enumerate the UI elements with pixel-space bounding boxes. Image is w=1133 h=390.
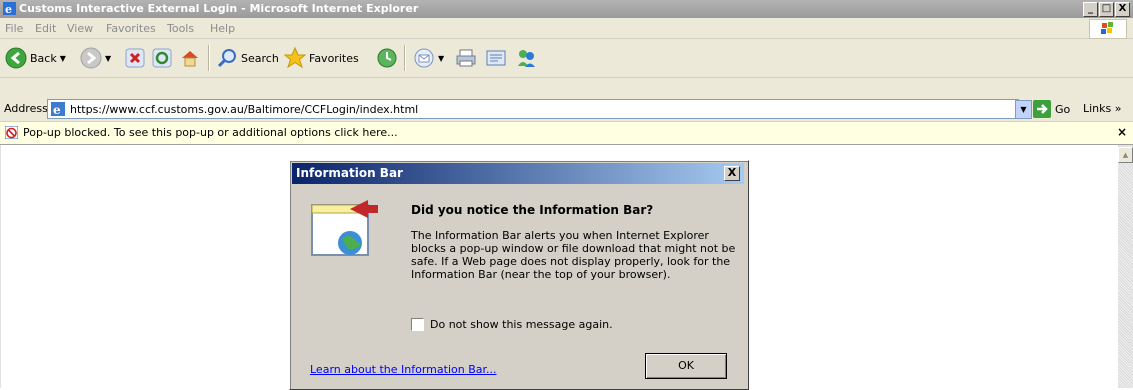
forward-button[interactable]: ▼ bbox=[80, 47, 111, 69]
toolbar-separator bbox=[404, 45, 406, 71]
refresh-icon bbox=[152, 48, 172, 68]
back-button[interactable]: Back ▼ bbox=[5, 47, 66, 69]
standard-toolbar: Back ▼ ▼ Search Favorites ▼ bbox=[0, 39, 1133, 78]
windows-logo-icon bbox=[1089, 19, 1127, 39]
window-title-bar[interactable]: e Customs Interactive External Login - M… bbox=[0, 0, 1133, 18]
information-bar-dialog: Information Bar X Did you notice the Inf… bbox=[289, 160, 749, 390]
ie-logo-icon: e bbox=[3, 2, 16, 15]
menu-help[interactable]: Help bbox=[210, 22, 235, 35]
home-icon bbox=[182, 51, 198, 67]
favorites-star-icon bbox=[284, 47, 306, 69]
menu-bar: File Edit View Favorites Tools Help bbox=[0, 18, 1133, 39]
page-ie-icon: e bbox=[51, 102, 65, 117]
vertical-scrollbar[interactable]: ▲ bbox=[1118, 145, 1133, 388]
messenger-button[interactable] bbox=[515, 47, 537, 69]
address-url: https://www.ccf.customs.gov.au/Baltimore… bbox=[70, 103, 419, 116]
menu-view[interactable]: View bbox=[67, 22, 93, 35]
history-button[interactable] bbox=[376, 47, 398, 69]
maximize-button[interactable]: □ bbox=[1099, 2, 1114, 17]
do-not-show-checkbox[interactable] bbox=[411, 318, 424, 331]
messenger-icon bbox=[518, 50, 535, 67]
popup-blocked-icon bbox=[5, 126, 18, 139]
information-bar[interactable]: Pop-up blocked. To see this pop-up or ad… bbox=[0, 122, 1133, 145]
stop-icon bbox=[125, 48, 145, 68]
favorites-button[interactable]: Favorites bbox=[284, 47, 359, 69]
do-not-show-label[interactable]: Do not show this message again. bbox=[430, 318, 613, 331]
menu-file[interactable]: File bbox=[5, 22, 23, 35]
home-button[interactable] bbox=[180, 47, 200, 69]
dialog-title: Information Bar bbox=[296, 166, 403, 180]
back-label: Back bbox=[30, 51, 57, 65]
toolbar-gap bbox=[0, 78, 1133, 96]
forward-arrow-icon bbox=[80, 47, 102, 69]
edit-icon bbox=[486, 50, 506, 66]
menu-edit[interactable]: Edit bbox=[35, 22, 56, 35]
dialog-close-button[interactable]: X bbox=[724, 166, 740, 181]
ok-button[interactable]: OK bbox=[645, 353, 727, 379]
scroll-up-icon[interactable]: ▲ bbox=[1118, 147, 1133, 163]
refresh-button[interactable] bbox=[152, 47, 172, 69]
favorites-label: Favorites bbox=[309, 51, 359, 65]
go-arrow-icon bbox=[1033, 100, 1051, 118]
stop-button[interactable] bbox=[125, 47, 145, 69]
history-icon bbox=[377, 48, 397, 68]
back-arrow-icon bbox=[5, 47, 27, 69]
dialog-heading: Did you notice the Information Bar? bbox=[411, 203, 654, 217]
svg-text:e: e bbox=[53, 103, 61, 117]
mail-icon bbox=[414, 48, 434, 68]
address-label: Address bbox=[4, 102, 48, 115]
toolbar-separator bbox=[208, 45, 210, 71]
address-dropdown-icon[interactable]: ▼ bbox=[1015, 100, 1032, 119]
print-button[interactable] bbox=[455, 47, 477, 69]
search-button[interactable]: Search bbox=[216, 47, 279, 69]
mail-dropdown-icon[interactable]: ▼ bbox=[438, 54, 444, 63]
back-dropdown-icon[interactable]: ▼ bbox=[60, 54, 66, 63]
dialog-body-text: The Information Bar alerts you when Inte… bbox=[411, 229, 736, 281]
learn-more-link[interactable]: Learn about the Information Bar... bbox=[310, 363, 496, 376]
information-bar-close-icon[interactable]: × bbox=[1117, 125, 1127, 139]
edit-button[interactable] bbox=[485, 47, 507, 69]
information-bar-text: Pop-up blocked. To see this pop-up or ad… bbox=[23, 126, 398, 139]
print-icon bbox=[456, 49, 476, 67]
links-button[interactable]: Links » bbox=[1083, 102, 1121, 115]
svg-text:e: e bbox=[5, 3, 12, 15]
search-icon bbox=[217, 49, 236, 68]
menu-tools[interactable]: Tools bbox=[167, 22, 194, 35]
go-button[interactable]: Go bbox=[1033, 100, 1070, 118]
address-bar: Address e https://www.ccf.customs.gov.au… bbox=[0, 96, 1133, 122]
menu-favorites[interactable]: Favorites bbox=[106, 22, 156, 35]
information-bar-illustration-icon bbox=[311, 200, 378, 256]
minimize-button[interactable]: _ bbox=[1083, 2, 1098, 17]
window-title: Customs Interactive External Login - Mic… bbox=[19, 2, 419, 15]
search-label: Search bbox=[241, 51, 279, 65]
close-button[interactable]: X bbox=[1115, 2, 1130, 17]
address-input[interactable]: e https://www.ccf.customs.gov.au/Baltimo… bbox=[47, 99, 1019, 119]
mail-button[interactable]: ▼ bbox=[413, 47, 444, 69]
dialog-title-bar[interactable]: Information Bar X bbox=[292, 163, 744, 184]
go-label: Go bbox=[1055, 102, 1071, 116]
forward-dropdown-icon[interactable]: ▼ bbox=[105, 54, 111, 63]
